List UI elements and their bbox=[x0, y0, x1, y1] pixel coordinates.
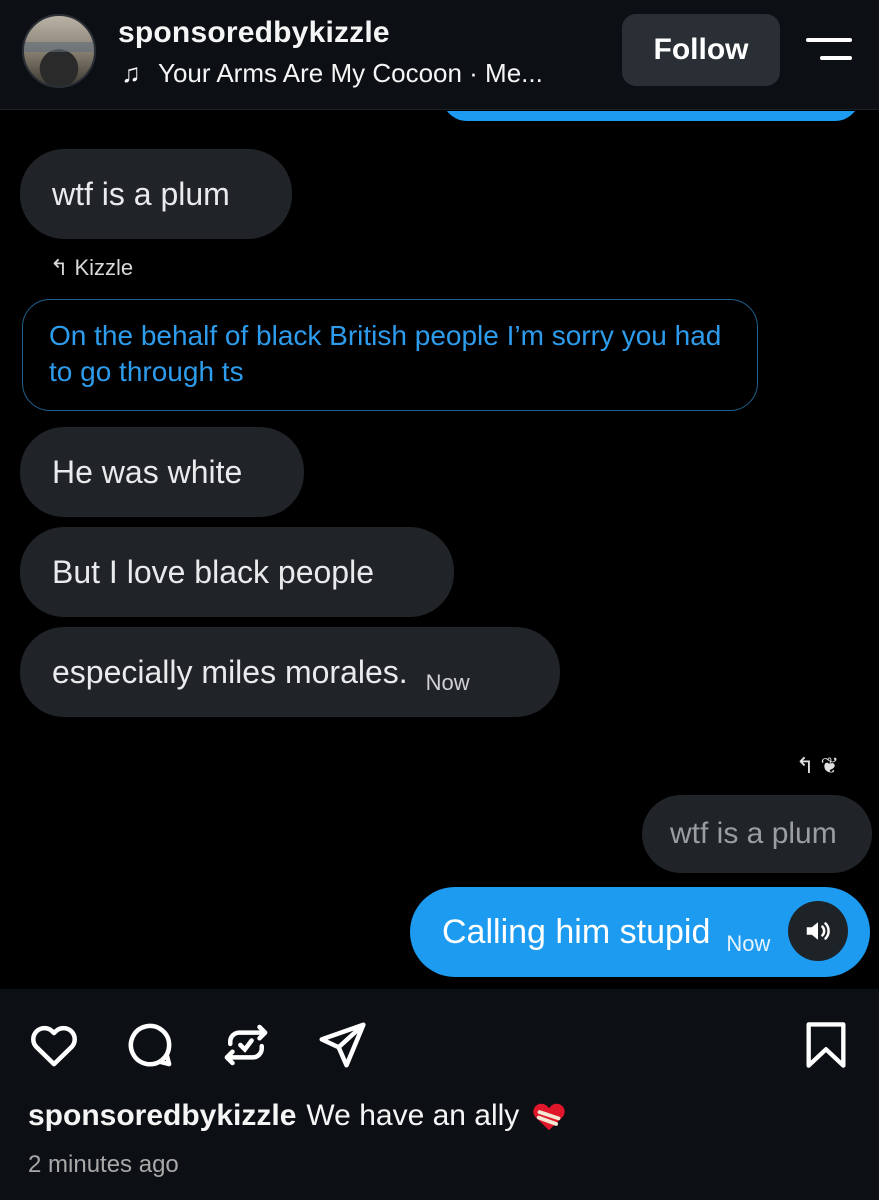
caption-username[interactable]: sponsoredbykizzle bbox=[28, 1099, 296, 1133]
reply-indicator: ↰ ❦ bbox=[796, 753, 839, 779]
comment-icon[interactable] bbox=[122, 1017, 178, 1073]
message-text: He was white bbox=[52, 453, 243, 490]
received-message: He was white bbox=[20, 427, 304, 517]
reply-name: Kizzle bbox=[74, 255, 134, 280]
bookmark-icon[interactable] bbox=[800, 1017, 852, 1073]
heart-icon[interactable] bbox=[26, 1017, 82, 1073]
speaker-icon[interactable] bbox=[788, 901, 848, 961]
heart-reaction-icon: ❦ bbox=[820, 753, 839, 778]
received-message: But I love black people bbox=[20, 527, 454, 617]
reply-arrow-icon: ↰ bbox=[50, 255, 69, 280]
message-text: But I love black people bbox=[52, 553, 374, 590]
chat-screenshot: wtf is a plum ↰ Kizzle On the behalf of … bbox=[0, 111, 879, 989]
reply-label: ↰ Kizzle bbox=[50, 255, 133, 281]
share-icon[interactable] bbox=[314, 1017, 370, 1073]
caption-text: We have an ally bbox=[306, 1099, 520, 1132]
action-bar bbox=[26, 1017, 370, 1073]
post-header: sponsoredbykizzle ♫ Your Arms Are My Coc… bbox=[0, 0, 879, 110]
menu-icon[interactable] bbox=[806, 36, 852, 66]
mending-heart-emoji bbox=[533, 1103, 565, 1131]
reply-arrow-icon: ↰ bbox=[796, 753, 815, 778]
message-time: Now bbox=[726, 931, 771, 956]
message-text: wtf is a plum bbox=[670, 817, 837, 850]
music-title: Your Arms Are My Cocoon · Me... bbox=[158, 58, 543, 88]
cropped-sent-bubble bbox=[442, 111, 860, 121]
message-time: Now bbox=[425, 670, 470, 695]
repost-icon[interactable] bbox=[218, 1017, 274, 1073]
follow-button[interactable]: Follow bbox=[622, 14, 780, 86]
avatar[interactable] bbox=[22, 14, 96, 88]
post-footer: sponsoredbykizzle We have an ally 2 minu… bbox=[0, 989, 879, 1200]
received-message: wtf is a plum bbox=[20, 149, 292, 239]
caption: sponsoredbykizzle We have an ally bbox=[28, 1097, 569, 1135]
received-message: especially miles morales. Now bbox=[20, 627, 560, 717]
quoted-reply-bubble: wtf is a plum bbox=[642, 795, 872, 873]
message-text: especially miles morales. bbox=[52, 653, 408, 690]
message-text: Calling him stupid bbox=[442, 912, 711, 951]
music-info[interactable]: ♫ Your Arms Are My Cocoon · Me... bbox=[118, 58, 543, 89]
quoted-message: On the behalf of black British people I’… bbox=[22, 299, 758, 411]
message-text: wtf is a plum bbox=[52, 175, 230, 212]
music-note-icon: ♫ bbox=[121, 58, 141, 88]
header-username[interactable]: sponsoredbykizzle bbox=[118, 16, 390, 50]
post-time: 2 minutes ago bbox=[28, 1151, 179, 1178]
